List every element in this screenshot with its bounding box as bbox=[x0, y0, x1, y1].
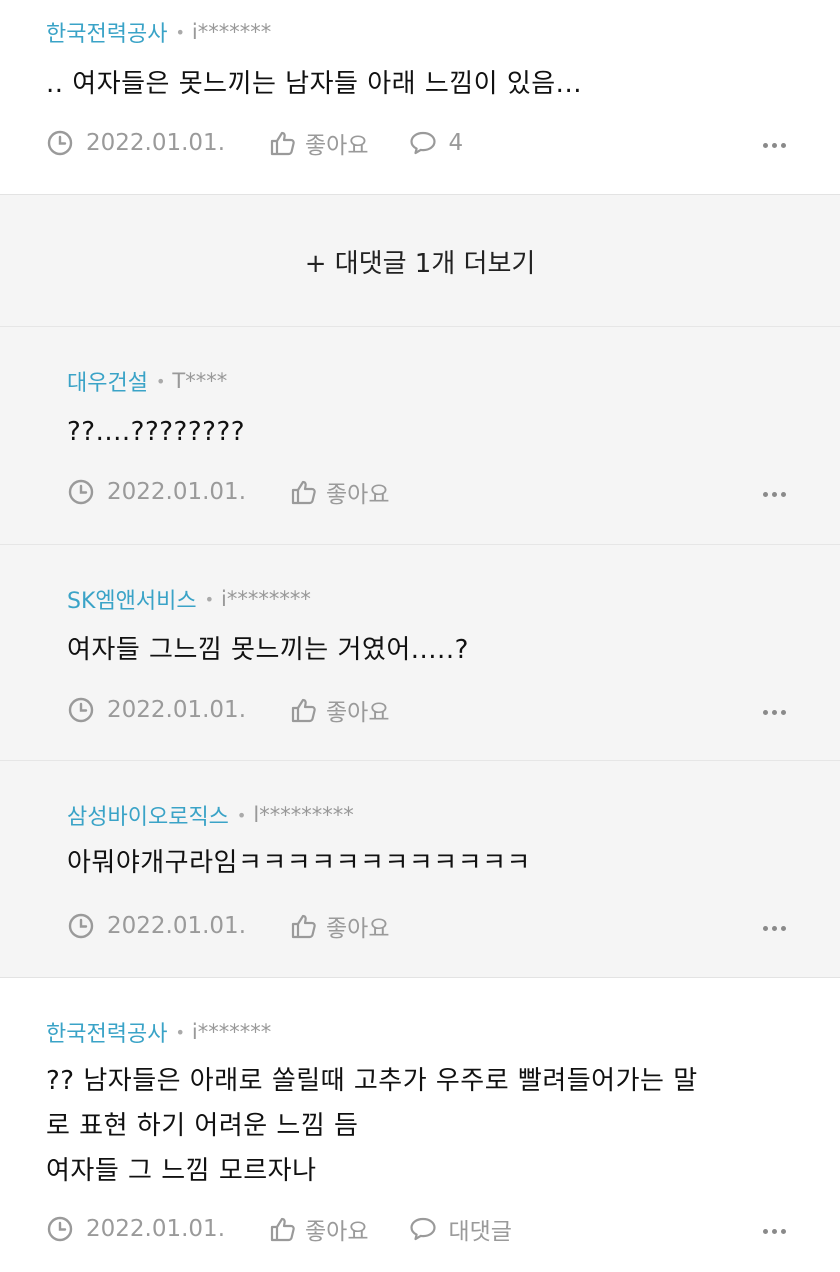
comment-body: .. 여자들은 못느끼는 남자들 아래 느낌이 있음... bbox=[46, 62, 582, 107]
comment-meta: 한국전력공사 • i******* bbox=[46, 16, 271, 48]
like-label: 좋아요 bbox=[305, 1219, 369, 1245]
comment-body: ??....???????? bbox=[67, 410, 245, 455]
clock-icon bbox=[68, 479, 94, 505]
more-dots-icon[interactable] bbox=[763, 492, 786, 497]
comment-line: ?? 남자들은 아래로 쏠릴때 고추가 우주로 빨려들어가는 말 bbox=[46, 1066, 698, 1096]
comment-actions: 2022.01.01. 좋아요 4 bbox=[46, 126, 463, 160]
company-name[interactable]: SK엠앤서비스 bbox=[67, 583, 197, 615]
clock-icon bbox=[47, 130, 73, 156]
comment-actions: 2022.01.01. 좋아요 bbox=[67, 475, 389, 509]
comment-meta: SK엠앤서비스 • i******** bbox=[67, 583, 311, 615]
company-name[interactable]: 한국전력공사 bbox=[46, 1016, 167, 1048]
like-button[interactable]: 좋아요 bbox=[290, 475, 389, 509]
company-name[interactable]: 대우건설 bbox=[67, 365, 148, 397]
reply-button[interactable]: 대댓글 bbox=[408, 1212, 512, 1246]
comment-line: 아뭐야개구라임ㅋㅋㅋㅋㅋㅋㅋㅋㅋㅋㅋㅋ bbox=[67, 848, 531, 878]
comment-line: 여자들 그느낌 못느끼는 거였어.....? bbox=[67, 635, 469, 665]
thumbs-up-icon bbox=[291, 698, 316, 723]
thumbs-up-icon bbox=[270, 131, 295, 156]
reply-item: 삼성바이오로직스 • l********* 아뭐야개구라임ㅋㅋㅋㅋㅋㅋㅋㅋㅋㅋㅋ… bbox=[0, 760, 840, 977]
more-dots-icon[interactable] bbox=[763, 1229, 786, 1234]
clock-icon bbox=[68, 697, 94, 723]
comment-body: 아뭐야개구라임ㅋㅋㅋㅋㅋㅋㅋㅋㅋㅋㅋㅋ bbox=[67, 841, 531, 886]
more-dots-icon[interactable] bbox=[763, 143, 786, 148]
author-id: T**** bbox=[172, 369, 228, 393]
like-button[interactable]: 좋아요 bbox=[269, 126, 368, 160]
company-name[interactable]: 한국전력공사 bbox=[46, 16, 167, 48]
comment-body: ?? 남자들은 아래로 쏠릴때 고추가 우주로 빨려들어가는 말 로 표현 하기… bbox=[46, 1059, 698, 1194]
reply-button[interactable]: 4 bbox=[408, 129, 463, 157]
company-name[interactable]: 삼성바이오로직스 bbox=[67, 799, 229, 831]
author-id: l********* bbox=[253, 803, 354, 827]
comment-actions: 2022.01.01. 좋아요 대댓글 bbox=[46, 1212, 512, 1246]
thumbs-up-icon bbox=[291, 914, 316, 939]
separator-dot: • bbox=[236, 805, 247, 825]
author-id: i******* bbox=[191, 20, 272, 44]
comment-date: 2022.01.01. bbox=[107, 697, 246, 723]
like-label: 좋아요 bbox=[305, 133, 369, 159]
like-label: 좋아요 bbox=[326, 916, 390, 942]
author-id: i******* bbox=[191, 1020, 272, 1044]
comment-date: 2022.01.01. bbox=[107, 913, 246, 939]
reply-label: 대댓글 bbox=[448, 1219, 512, 1245]
speech-bubble-icon bbox=[410, 1217, 437, 1241]
reply-item: SK엠앤서비스 • i******** 여자들 그느낌 못느끼는 거였어....… bbox=[0, 544, 840, 760]
like-label: 좋아요 bbox=[326, 700, 390, 726]
thumbs-up-icon bbox=[291, 480, 316, 505]
separator-dot: • bbox=[175, 22, 185, 42]
comment-line: 로 표현 하기 어려운 느낌 듬 bbox=[46, 1111, 359, 1141]
comment-actions: 2022.01.01. 좋아요 bbox=[67, 909, 389, 943]
like-label: 좋아요 bbox=[326, 482, 390, 508]
speech-bubble-icon bbox=[410, 131, 437, 155]
clock-icon bbox=[68, 913, 94, 939]
date-item: 2022.01.01. bbox=[67, 478, 246, 506]
clock-icon bbox=[47, 1216, 73, 1242]
like-button[interactable]: 좋아요 bbox=[290, 909, 389, 943]
separator-dot: • bbox=[155, 371, 166, 391]
like-button[interactable]: 좋아요 bbox=[269, 1212, 368, 1246]
comment-item: 한국전력공사 • i******* .. 여자들은 못느끼는 남자들 아래 느낌… bbox=[0, 0, 840, 194]
comment-meta: 대우건설 • T**** bbox=[67, 365, 227, 397]
date-item: 2022.01.01. bbox=[46, 129, 225, 157]
comment-line: ??....???????? bbox=[67, 417, 246, 447]
comment-body: 여자들 그느낌 못느끼는 거였어.....? bbox=[67, 628, 469, 673]
load-more-replies-button[interactable]: + 대댓글 1개 더보기 bbox=[0, 194, 840, 327]
comment-date: 2022.01.01. bbox=[86, 130, 225, 156]
comment-item: 한국전력공사 • i******* ?? 남자들은 아래로 쏠릴때 고추가 우주… bbox=[0, 977, 840, 1272]
date-item: 2022.01.01. bbox=[67, 696, 246, 724]
date-item: 2022.01.01. bbox=[46, 1215, 225, 1243]
like-button[interactable]: 좋아요 bbox=[290, 693, 389, 727]
comment-actions: 2022.01.01. 좋아요 bbox=[67, 693, 389, 727]
comment-meta: 한국전력공사 • i******* bbox=[46, 1016, 271, 1048]
comment-date: 2022.01.01. bbox=[86, 1216, 225, 1242]
date-item: 2022.01.01. bbox=[67, 912, 246, 940]
reply-count: 4 bbox=[448, 130, 464, 156]
reply-item: 대우건설 • T**** ??....???????? 2022.01.01. … bbox=[0, 326, 840, 544]
more-dots-icon[interactable] bbox=[763, 710, 786, 715]
comment-meta: 삼성바이오로직스 • l********* bbox=[67, 799, 354, 831]
comment-date: 2022.01.01. bbox=[107, 479, 246, 505]
comment-line: .. 여자들은 못느끼는 남자들 아래 느낌이 있음... bbox=[46, 69, 582, 99]
author-id: i******** bbox=[221, 587, 311, 611]
comment-line: 여자들 그 느낌 모르자나 bbox=[46, 1156, 317, 1186]
separator-dot: • bbox=[204, 589, 215, 609]
thumbs-up-icon bbox=[270, 1217, 295, 1242]
separator-dot: • bbox=[175, 1022, 185, 1042]
more-dots-icon[interactable] bbox=[763, 926, 786, 931]
